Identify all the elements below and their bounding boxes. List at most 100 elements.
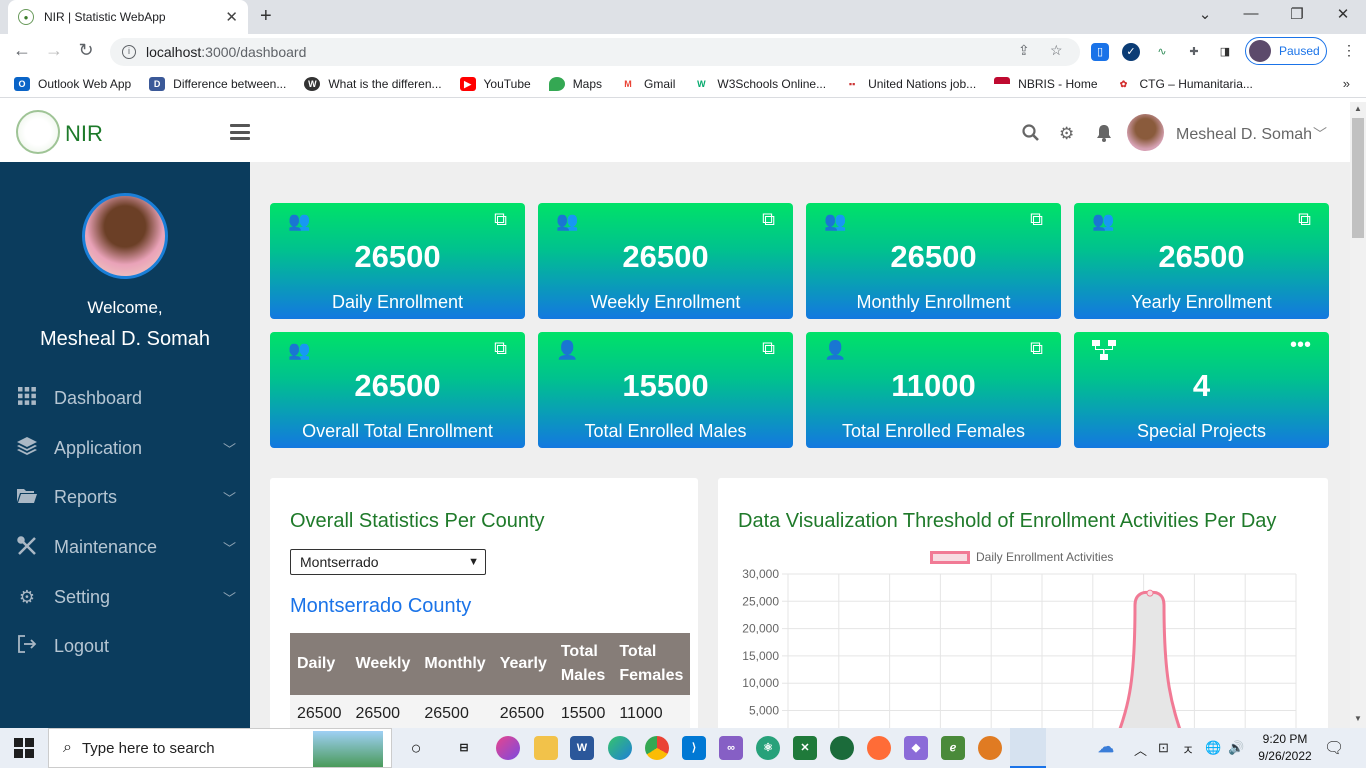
system-clock[interactable]: 9:20 PM 9/26/2022 [1252, 731, 1318, 765]
minimize-icon[interactable]: — [1236, 5, 1266, 22]
more-icon[interactable]: ••• [1290, 334, 1311, 357]
extension-graph-icon[interactable]: ∿ [1153, 43, 1171, 61]
tray-device-icon[interactable]: ⊡ [1158, 740, 1169, 756]
search-icon[interactable] [1022, 124, 1040, 147]
table-cell: 15500 [553, 695, 613, 728]
taskbar-search[interactable]: ⌕ Type here to search [48, 728, 392, 768]
stat-card-females[interactable]: 👤 ⧉ 11000 Total Enrolled Females [806, 332, 1061, 448]
sidebar-item-logout[interactable]: Logout [0, 626, 250, 666]
more-bookmarks-icon[interactable]: » [1343, 76, 1350, 91]
input-method-icon[interactable]: ㅈ [1182, 740, 1194, 759]
maximize-icon[interactable]: ❐ [1282, 5, 1312, 23]
side-panel-icon[interactable]: ◨ [1216, 43, 1234, 61]
series-area[interactable] [1113, 590, 1186, 728]
weather-icon[interactable]: ☁ [1094, 736, 1118, 760]
profile-photo [82, 193, 168, 279]
bookmark-label: YouTube [483, 76, 531, 91]
external-link-icon[interactable]: ⧉ [762, 338, 775, 359]
forward-icon[interactable]: → [42, 40, 66, 61]
app-icon[interactable]: ◆ [904, 736, 928, 760]
scroll-down-icon[interactable]: ▼ [1354, 714, 1362, 723]
stat-card-males[interactable]: 👤 ⧉ 15500 Total Enrolled Males [538, 332, 793, 448]
sidebar-item-dashboard[interactable]: Dashboard [0, 378, 250, 418]
bookmark-item[interactable]: W What is the differen... [304, 76, 442, 91]
gear-icon[interactable]: ⚙ [1059, 124, 1074, 144]
bookmark-star-icon[interactable]: ☆ [1050, 42, 1063, 59]
stat-card-special-projects[interactable]: ••• 4 Special Projects [1074, 332, 1329, 448]
cortana-icon[interactable]: ○ [404, 736, 428, 760]
back-icon[interactable]: ← [10, 40, 34, 61]
scrollbar-thumb[interactable] [1352, 118, 1364, 238]
page-scrollbar[interactable]: ▲ ▼ [1350, 102, 1366, 728]
external-link-icon[interactable]: ⧉ [1030, 338, 1043, 359]
browser-tab[interactable]: ● NIR | Statistic WebApp ✕ [8, 0, 248, 34]
external-link-icon[interactable]: ⧉ [1298, 209, 1311, 230]
bookmark-item[interactable]: NBRIS - Home [994, 76, 1098, 91]
app-icon[interactable] [978, 736, 1002, 760]
user-avatar[interactable] [1127, 114, 1164, 151]
external-link-icon[interactable]: ⧉ [1030, 209, 1043, 230]
bookmark-item[interactable]: D Difference between... [149, 76, 286, 91]
close-tab-icon[interactable]: ✕ [225, 8, 238, 26]
stat-card-monthly[interactable]: 👥 ⧉ 26500 Monthly Enrollment [806, 203, 1061, 319]
task-view-icon[interactable]: ⊟ [452, 736, 476, 760]
new-tab-icon[interactable]: + [260, 5, 272, 28]
chrome-active-icon[interactable] [1010, 728, 1046, 768]
data-point[interactable] [1146, 589, 1154, 597]
app-header: NIR ⚙ Mesheal D. Somah ﹀ [0, 102, 1350, 162]
visual-studio-icon[interactable]: ∞ [719, 736, 743, 760]
app-icon[interactable]: ✕ [793, 736, 817, 760]
sidebar-item-setting[interactable]: ⚙ Setting ﹀ [0, 577, 250, 617]
tab-search-chevron-icon[interactable]: ⌄ [1190, 5, 1220, 23]
network-icon[interactable]: 🌐 [1205, 740, 1221, 756]
bookmark-item[interactable]: ✿ CTG – Humanitaria... [1115, 76, 1253, 91]
sidebar-item-reports[interactable]: Reports ﹀ [0, 477, 250, 517]
county-select[interactable]: Montserrado ▼ [290, 549, 486, 575]
address-bar[interactable]: i localhost:3000/dashboard [110, 38, 1080, 66]
stat-card-weekly[interactable]: 👥 ⧉ 26500 Weekly Enrollment [538, 203, 793, 319]
notifications-icon[interactable]: 🗨 [1324, 738, 1344, 758]
user-name[interactable]: Mesheal D. Somah [1176, 126, 1312, 144]
volume-icon[interactable]: 🔊 [1228, 740, 1244, 756]
tray-chevron-icon[interactable]: ︿ [1134, 740, 1147, 759]
atom-icon[interactable]: ⚛ [756, 736, 780, 760]
app-icon[interactable] [496, 736, 520, 760]
bookmark-item[interactable]: W W3Schools Online... [693, 76, 826, 91]
stat-card-overall[interactable]: 👥 ⧉ 26500 Overall Total Enrollment [270, 332, 525, 448]
stat-card-yearly[interactable]: 👥 ⧉ 26500 Yearly Enrollment [1074, 203, 1329, 319]
sidebar-item-maintenance[interactable]: Maintenance ﹀ [0, 527, 250, 567]
postman-icon[interactable] [867, 736, 891, 760]
share-icon[interactable]: ⇪ [1018, 42, 1030, 59]
site-info-icon[interactable]: i [122, 45, 136, 59]
external-link-icon[interactable]: ⧉ [494, 209, 507, 230]
windows-start-icon[interactable] [14, 738, 34, 758]
external-link-icon[interactable]: ⧉ [762, 209, 775, 230]
bookmark-item[interactable]: ▪▪ United Nations job... [844, 76, 976, 91]
extensions-puzzle-icon[interactable]: ✚ [1185, 43, 1203, 61]
external-link-icon[interactable]: ⧉ [494, 338, 507, 359]
bell-icon[interactable] [1096, 124, 1112, 147]
scroll-up-icon[interactable]: ▲ [1354, 104, 1362, 113]
bookmark-item[interactable]: O Outlook Web App [14, 76, 131, 91]
close-window-icon[interactable]: ✕ [1328, 5, 1358, 23]
extension-docs-icon[interactable]: ▯ [1091, 43, 1109, 61]
bookmark-item[interactable]: Maps [548, 76, 602, 91]
app-icon[interactable]: ℯ [941, 736, 965, 760]
stat-value: 4 [1192, 368, 1211, 403]
file-explorer-icon[interactable] [534, 736, 558, 760]
hamburger-menu-icon[interactable] [230, 124, 250, 140]
chevron-down-icon[interactable]: ﹀ [1313, 124, 1327, 144]
reload-icon[interactable]: ↻ [74, 40, 98, 61]
sidebar-item-application[interactable]: Application ﹀ [0, 428, 250, 468]
edge-icon[interactable] [608, 736, 632, 760]
stat-card-daily[interactable]: 👥 ⧉ 26500 Daily Enrollment [270, 203, 525, 319]
mongodb-icon[interactable] [830, 736, 854, 760]
bookmark-item[interactable]: M Gmail [620, 76, 675, 91]
chrome-icon[interactable] [645, 736, 669, 760]
word-icon[interactable]: W [570, 736, 594, 760]
bookmark-item[interactable]: ▶ YouTube [459, 76, 531, 91]
extension-check-icon[interactable]: ✓ [1122, 43, 1140, 61]
profile-button[interactable]: Paused [1245, 37, 1327, 65]
vscode-icon[interactable]: ⟩ [682, 736, 706, 760]
browser-menu-icon[interactable]: ⋮ [1342, 42, 1356, 59]
